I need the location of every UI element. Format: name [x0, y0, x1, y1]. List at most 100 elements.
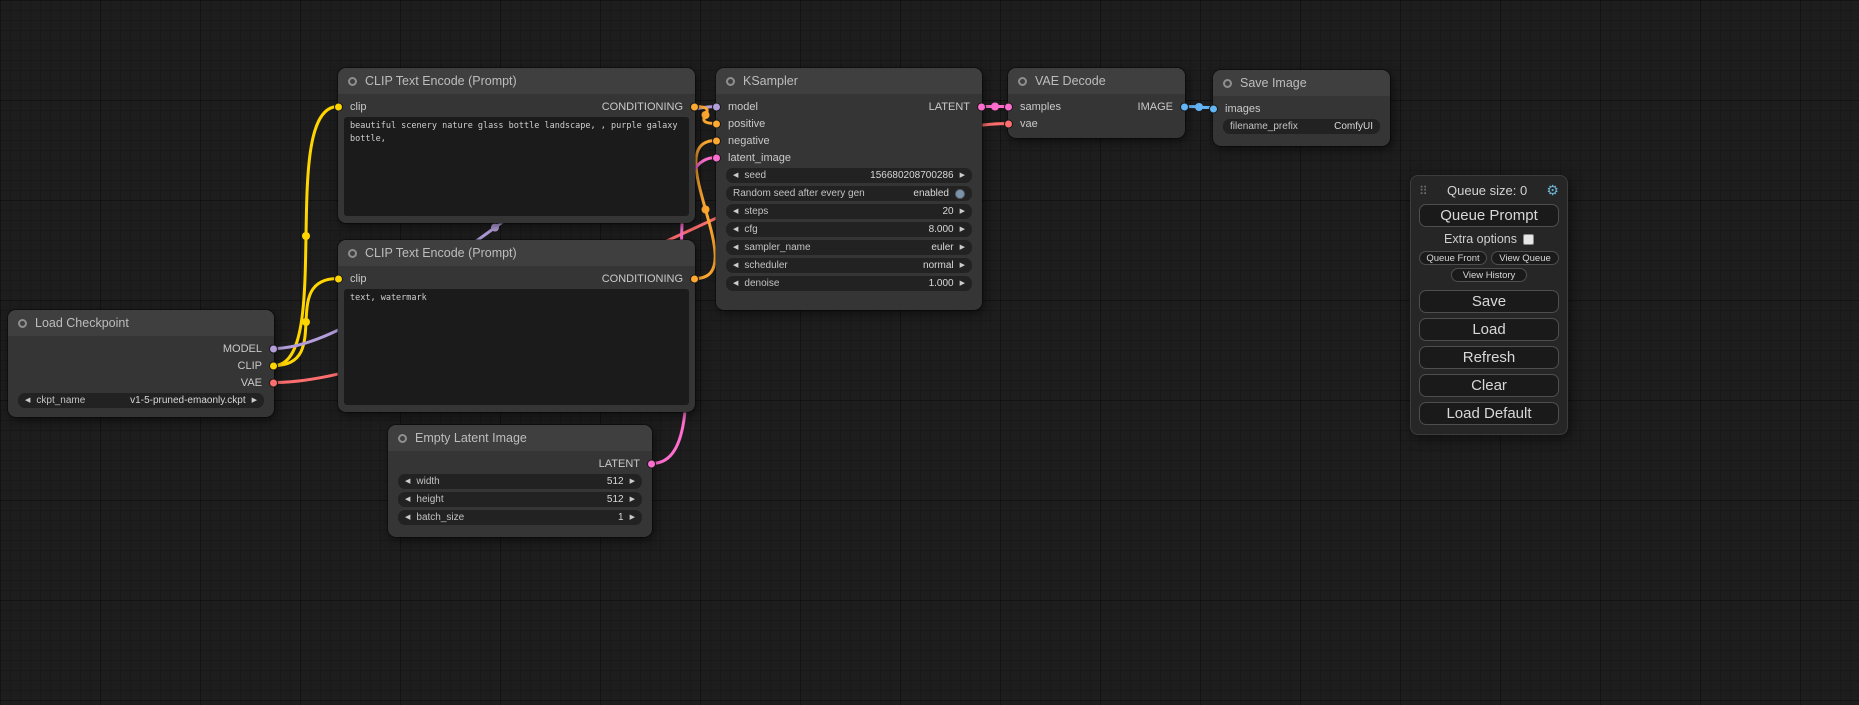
- decrement-arrow-icon[interactable]: ◀: [733, 262, 738, 269]
- load-button[interactable]: Load: [1419, 318, 1559, 341]
- output-port-conditioning[interactable]: [690, 102, 699, 111]
- node-title-bar[interactable]: Empty Latent Image: [388, 425, 652, 451]
- output-port-conditioning[interactable]: [690, 274, 699, 283]
- collapse-dot-icon[interactable]: [1018, 77, 1027, 86]
- widget-batch-size[interactable]: ◀ batch_size 1 ▶: [398, 510, 642, 525]
- extra-options-checkbox[interactable]: [1523, 234, 1534, 245]
- decrement-arrow-icon[interactable]: ◀: [733, 172, 738, 179]
- node-title-bar[interactable]: Load Checkpoint: [8, 310, 274, 336]
- node-clip-text-encode-negative[interactable]: CLIP Text Encode (Prompt) clip CONDITION…: [338, 240, 695, 412]
- node-title-bar[interactable]: KSampler: [716, 68, 982, 94]
- input-label-samples: samples: [1020, 101, 1061, 113]
- collapse-dot-icon[interactable]: [348, 77, 357, 86]
- increment-arrow-icon[interactable]: ▶: [960, 208, 965, 215]
- input-port-positive[interactable]: [712, 119, 721, 128]
- settings-gear-icon[interactable]: ⚙: [1546, 182, 1559, 199]
- widget-filename-prefix[interactable]: filename_prefix ComfyUI: [1223, 119, 1380, 134]
- input-port-negative[interactable]: [712, 136, 721, 145]
- prompt-textarea[interactable]: text, watermark: [344, 289, 689, 405]
- collapse-dot-icon[interactable]: [726, 77, 735, 86]
- increment-arrow-icon[interactable]: ▶: [960, 262, 965, 269]
- decrement-arrow-icon[interactable]: ◀: [405, 514, 410, 521]
- node-title-bar[interactable]: VAE Decode: [1008, 68, 1185, 94]
- increment-arrow-icon[interactable]: ▶: [960, 172, 965, 179]
- increment-arrow-icon[interactable]: ▶: [630, 496, 635, 503]
- node-title-bar[interactable]: CLIP Text Encode (Prompt): [338, 68, 695, 94]
- collapse-dot-icon[interactable]: [1223, 79, 1232, 88]
- widget-ckpt-name[interactable]: ◀ ckpt_name v1-5-pruned-emaonly.ckpt ▶: [18, 393, 264, 408]
- widget-scheduler[interactable]: ◀ scheduler normal ▶: [726, 258, 972, 273]
- input-port-images[interactable]: [1209, 104, 1218, 113]
- drag-handle-icon[interactable]: ⠿: [1419, 184, 1428, 198]
- widget-value: enabled: [871, 188, 949, 199]
- input-label-vae: vae: [1020, 118, 1038, 130]
- decrement-arrow-icon[interactable]: ◀: [405, 478, 410, 485]
- node-save-image[interactable]: Save Image images filename_prefix ComfyU…: [1213, 70, 1390, 146]
- queue-front-button[interactable]: Queue Front: [1419, 251, 1487, 265]
- load-default-button[interactable]: Load Default: [1419, 402, 1559, 425]
- queue-menu-panel: ⠿ Queue size: 0 ⚙ Queue Prompt Extra opt…: [1410, 175, 1568, 435]
- node-title-bar[interactable]: Save Image: [1213, 70, 1390, 96]
- widget-cfg[interactable]: ◀ cfg 8.000 ▶: [726, 222, 972, 237]
- toggle-knob[interactable]: [955, 189, 965, 199]
- increment-arrow-icon[interactable]: ▶: [630, 514, 635, 521]
- refresh-button[interactable]: Refresh: [1419, 346, 1559, 369]
- widget-value: v1-5-pruned-emaonly.ckpt: [91, 395, 245, 406]
- collapse-dot-icon[interactable]: [18, 319, 27, 328]
- decrement-arrow-icon[interactable]: ◀: [25, 397, 30, 404]
- widget-denoise[interactable]: ◀ denoise 1.000 ▶: [726, 276, 972, 291]
- output-port-vae[interactable]: [269, 378, 278, 387]
- widget-width[interactable]: ◀ width 512 ▶: [398, 474, 642, 489]
- input-port-clip[interactable]: [334, 274, 343, 283]
- widget-label: denoise: [744, 278, 779, 289]
- queue-prompt-button[interactable]: Queue Prompt: [1419, 204, 1559, 227]
- node-ksampler[interactable]: KSampler model LATENT positive negative …: [716, 68, 982, 310]
- widget-height[interactable]: ◀ height 512 ▶: [398, 492, 642, 507]
- decrement-arrow-icon[interactable]: ◀: [733, 208, 738, 215]
- increment-arrow-icon[interactable]: ▶: [960, 226, 965, 233]
- decrement-arrow-icon[interactable]: ◀: [405, 496, 410, 503]
- output-label-latent: LATENT: [929, 101, 970, 113]
- node-clip-text-encode-positive[interactable]: CLIP Text Encode (Prompt) clip CONDITION…: [338, 68, 695, 223]
- input-port-vae[interactable]: [1004, 119, 1013, 128]
- node-vae-decode[interactable]: VAE Decode samples IMAGE vae: [1008, 68, 1185, 138]
- input-port-latent-image[interactable]: [712, 153, 721, 162]
- output-port-latent[interactable]: [977, 102, 986, 111]
- input-port-clip[interactable]: [334, 102, 343, 111]
- node-load-checkpoint[interactable]: Load Checkpoint MODEL CLIP VAE ◀ ckpt_na…: [8, 310, 274, 417]
- widget-steps[interactable]: ◀ steps 20 ▶: [726, 204, 972, 219]
- link-midpoint-dot: [702, 111, 710, 119]
- node-title-bar[interactable]: CLIP Text Encode (Prompt): [338, 240, 695, 266]
- link-midpoint-dot: [302, 232, 310, 240]
- widget-seed[interactable]: ◀ seed 156680208700286 ▶: [726, 168, 972, 183]
- widget-sampler-name[interactable]: ◀ sampler_name euler ▶: [726, 240, 972, 255]
- decrement-arrow-icon[interactable]: ◀: [733, 280, 738, 287]
- input-port-samples[interactable]: [1004, 102, 1013, 111]
- widget-label: width: [416, 476, 439, 487]
- output-label-image: IMAGE: [1138, 101, 1173, 113]
- save-button[interactable]: Save: [1419, 290, 1559, 313]
- view-queue-button[interactable]: View Queue: [1491, 251, 1559, 265]
- decrement-arrow-icon[interactable]: ◀: [733, 244, 738, 251]
- output-port-image[interactable]: [1180, 102, 1189, 111]
- widget-value: normal: [794, 260, 954, 271]
- increment-arrow-icon[interactable]: ▶: [960, 244, 965, 251]
- view-history-button[interactable]: View History: [1451, 268, 1527, 282]
- increment-arrow-icon[interactable]: ▶: [630, 478, 635, 485]
- prompt-textarea[interactable]: beautiful scenery nature glass bottle la…: [344, 117, 689, 216]
- input-label-latent-image: latent_image: [728, 152, 791, 164]
- widget-random-seed-toggle[interactable]: Random seed after every gen enabled: [726, 186, 972, 201]
- widget-label: sampler_name: [744, 242, 810, 253]
- input-port-model[interactable]: [712, 102, 721, 111]
- node-graph-canvas[interactable]: Load Checkpoint MODEL CLIP VAE ◀ ckpt_na…: [0, 0, 1859, 705]
- collapse-dot-icon[interactable]: [348, 249, 357, 258]
- output-port-latent[interactable]: [647, 459, 656, 468]
- node-empty-latent-image[interactable]: Empty Latent Image LATENT ◀ width 512 ▶ …: [388, 425, 652, 537]
- collapse-dot-icon[interactable]: [398, 434, 407, 443]
- decrement-arrow-icon[interactable]: ◀: [733, 226, 738, 233]
- increment-arrow-icon[interactable]: ▶: [960, 280, 965, 287]
- output-port-clip[interactable]: [269, 361, 278, 370]
- increment-arrow-icon[interactable]: ▶: [252, 397, 257, 404]
- clear-button[interactable]: Clear: [1419, 374, 1559, 397]
- output-port-model[interactable]: [269, 344, 278, 353]
